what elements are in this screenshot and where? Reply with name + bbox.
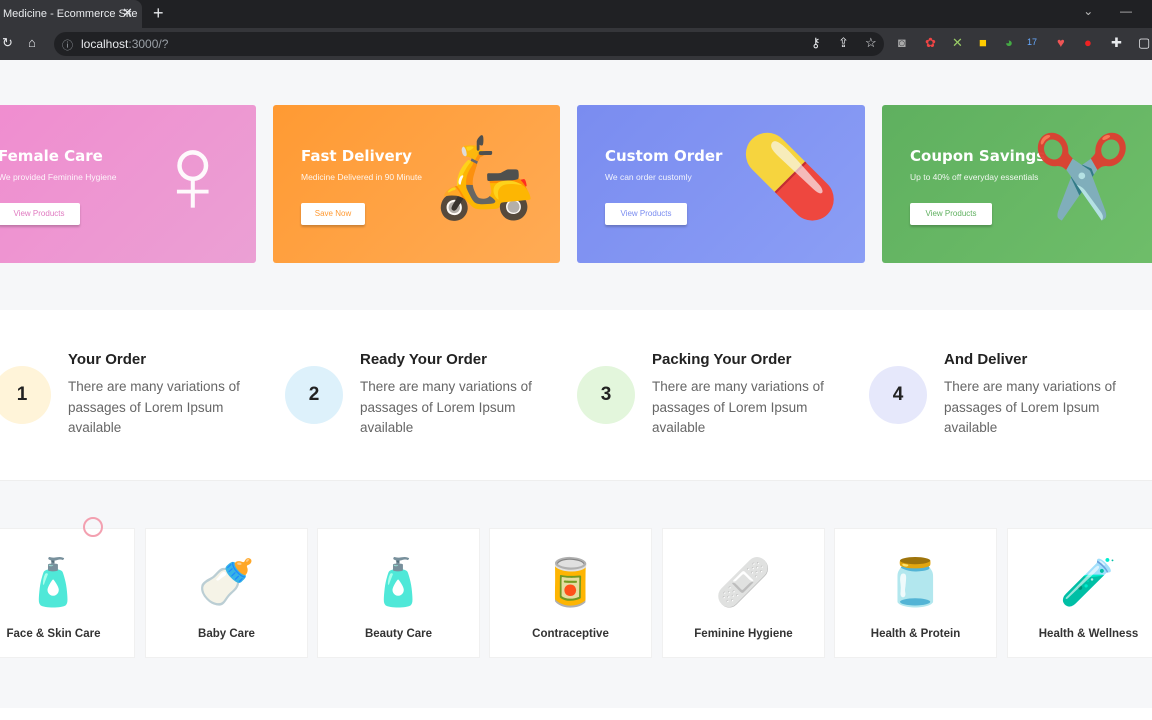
step-number: 4 [869, 366, 927, 424]
category-card[interactable]: 🩹 Feminine Hygiene [662, 528, 825, 658]
category-image: 🧴 [24, 556, 83, 608]
heart-extension-icon[interactable]: ♥ [1057, 35, 1065, 50]
banner-title: Coupon Savings [910, 147, 1046, 165]
browser-tab[interactable]: Medicine - Ecommerce Site [0, 0, 142, 28]
medicine-box-icon: 💊 [740, 132, 840, 221]
next-section [0, 708, 1152, 720]
category-image: 🍼 [197, 556, 256, 608]
sidepanel-icon[interactable]: ▢ [1138, 35, 1150, 51]
window-controls[interactable]: ⌄ — [1083, 4, 1132, 18]
camera-extension-icon[interactable]: ◙ [898, 35, 906, 50]
tab-title: Medicine - Ecommerce Site [3, 8, 138, 20]
translate-extension-icon[interactable]: ■ [979, 35, 987, 50]
category-label: Contraceptive [532, 628, 609, 640]
banner-title: Custom Order [605, 147, 723, 165]
category-label: Health & Wellness [1038, 628, 1139, 640]
puzzle-extensions-icon[interactable]: ✚ [1111, 35, 1122, 51]
share-icon[interactable]: ⇪ [838, 35, 849, 51]
category-card[interactable]: 🍼 Baby Care [145, 528, 308, 658]
banner-subtitle: Medicine Delivered in 90 Minute [301, 172, 422, 182]
banner-title: Female Care [0, 147, 103, 165]
step-description: There are many variations of passages of… [68, 379, 240, 435]
color-extension-icon[interactable]: ✿ [925, 35, 936, 51]
chrome-extension-icon[interactable]: ◕ [1005, 35, 1013, 50]
url-text[interactable]: localhost:3000/? [81, 37, 168, 51]
calendar-extension-icon[interactable]: 17 [1027, 37, 1037, 47]
home-icon[interactable]: ⌂ [28, 35, 36, 50]
banner-subtitle: Up to 40% off everyday essentials [910, 172, 1039, 182]
category-image: 🧴 [369, 556, 428, 608]
view-products-button[interactable]: View Products [605, 203, 687, 225]
loading-ring-icon [83, 517, 103, 537]
tab-bar [0, 0, 1152, 28]
category-card[interactable]: 🥫 Contraceptive [489, 528, 652, 658]
category-label: Health & Protein [870, 628, 961, 640]
step-title: Packing Your Order [652, 351, 792, 368]
stop-extension-icon[interactable]: ● [1084, 35, 1092, 50]
save-now-button[interactable]: Save Now [301, 203, 365, 225]
female-symbol-icon: ♀ [151, 113, 235, 236]
category-card[interactable]: 🧪 Health & Wellness [1007, 528, 1152, 658]
category-image: 🩹 [714, 556, 773, 608]
category-card[interactable]: 🫙 Health & Protein [834, 528, 997, 658]
step-description: There are many variations of passages of… [652, 379, 824, 435]
scissors-coupon-icon: ✂️ [1032, 132, 1132, 221]
category-card[interactable]: 🧴 Face & Skin Care [0, 528, 135, 658]
category-card[interactable]: 🧴 Beauty Care [317, 528, 480, 658]
banner-subtitle: We provided Feminine Hygiene [0, 172, 117, 182]
key-icon[interactable]: ⚷ [811, 35, 821, 51]
banner-coupon-savings: Coupon Savings Up to 40% off everyday es… [882, 105, 1152, 263]
step-title: And Deliver [944, 351, 1028, 368]
view-products-button[interactable]: View Products [0, 203, 80, 225]
category-image: 🫙 [886, 556, 945, 608]
new-tab-icon[interactable]: + [153, 3, 164, 24]
scooter-delivery-icon: 🛵 [435, 132, 535, 221]
banner-female-care: Female Care We provided Feminine Hygiene… [0, 105, 256, 263]
step-number: 3 [577, 366, 635, 424]
banner-fast-delivery: Fast Delivery Medicine Delivered in 90 M… [273, 105, 560, 263]
step-description: There are many variations of passages of… [944, 379, 1116, 435]
category-image: 🥫 [541, 556, 600, 608]
category-label: Face & Skin Care [6, 628, 101, 640]
info-icon[interactable]: ⓘ [62, 37, 73, 53]
url-path: :3000/? [128, 37, 169, 51]
close-tab-icon[interactable]: ✕ [122, 5, 133, 21]
step-title: Ready Your Order [360, 351, 487, 368]
step-description: There are many variations of passages of… [360, 379, 532, 435]
banner-custom-order: Custom Order We can order customly View … [577, 105, 865, 263]
address-bar[interactable] [54, 32, 884, 56]
reload-icon[interactable]: ↻ [2, 35, 13, 51]
view-products-button[interactable]: View Products [910, 203, 992, 225]
banner-title: Fast Delivery [301, 147, 412, 165]
category-image: 🧪 [1059, 556, 1118, 608]
step-number: 2 [285, 366, 343, 424]
category-label: Baby Care [198, 628, 255, 640]
tools-extension-icon[interactable]: ✕ [952, 35, 963, 51]
star-icon[interactable]: ☆ [865, 35, 877, 51]
category-label: Beauty Care [364, 628, 433, 640]
banner-subtitle: We can order customly [605, 172, 692, 182]
url-host: localhost [81, 37, 129, 51]
category-label: Feminine Hygiene [694, 628, 793, 640]
step-title: Your Order [68, 351, 147, 368]
